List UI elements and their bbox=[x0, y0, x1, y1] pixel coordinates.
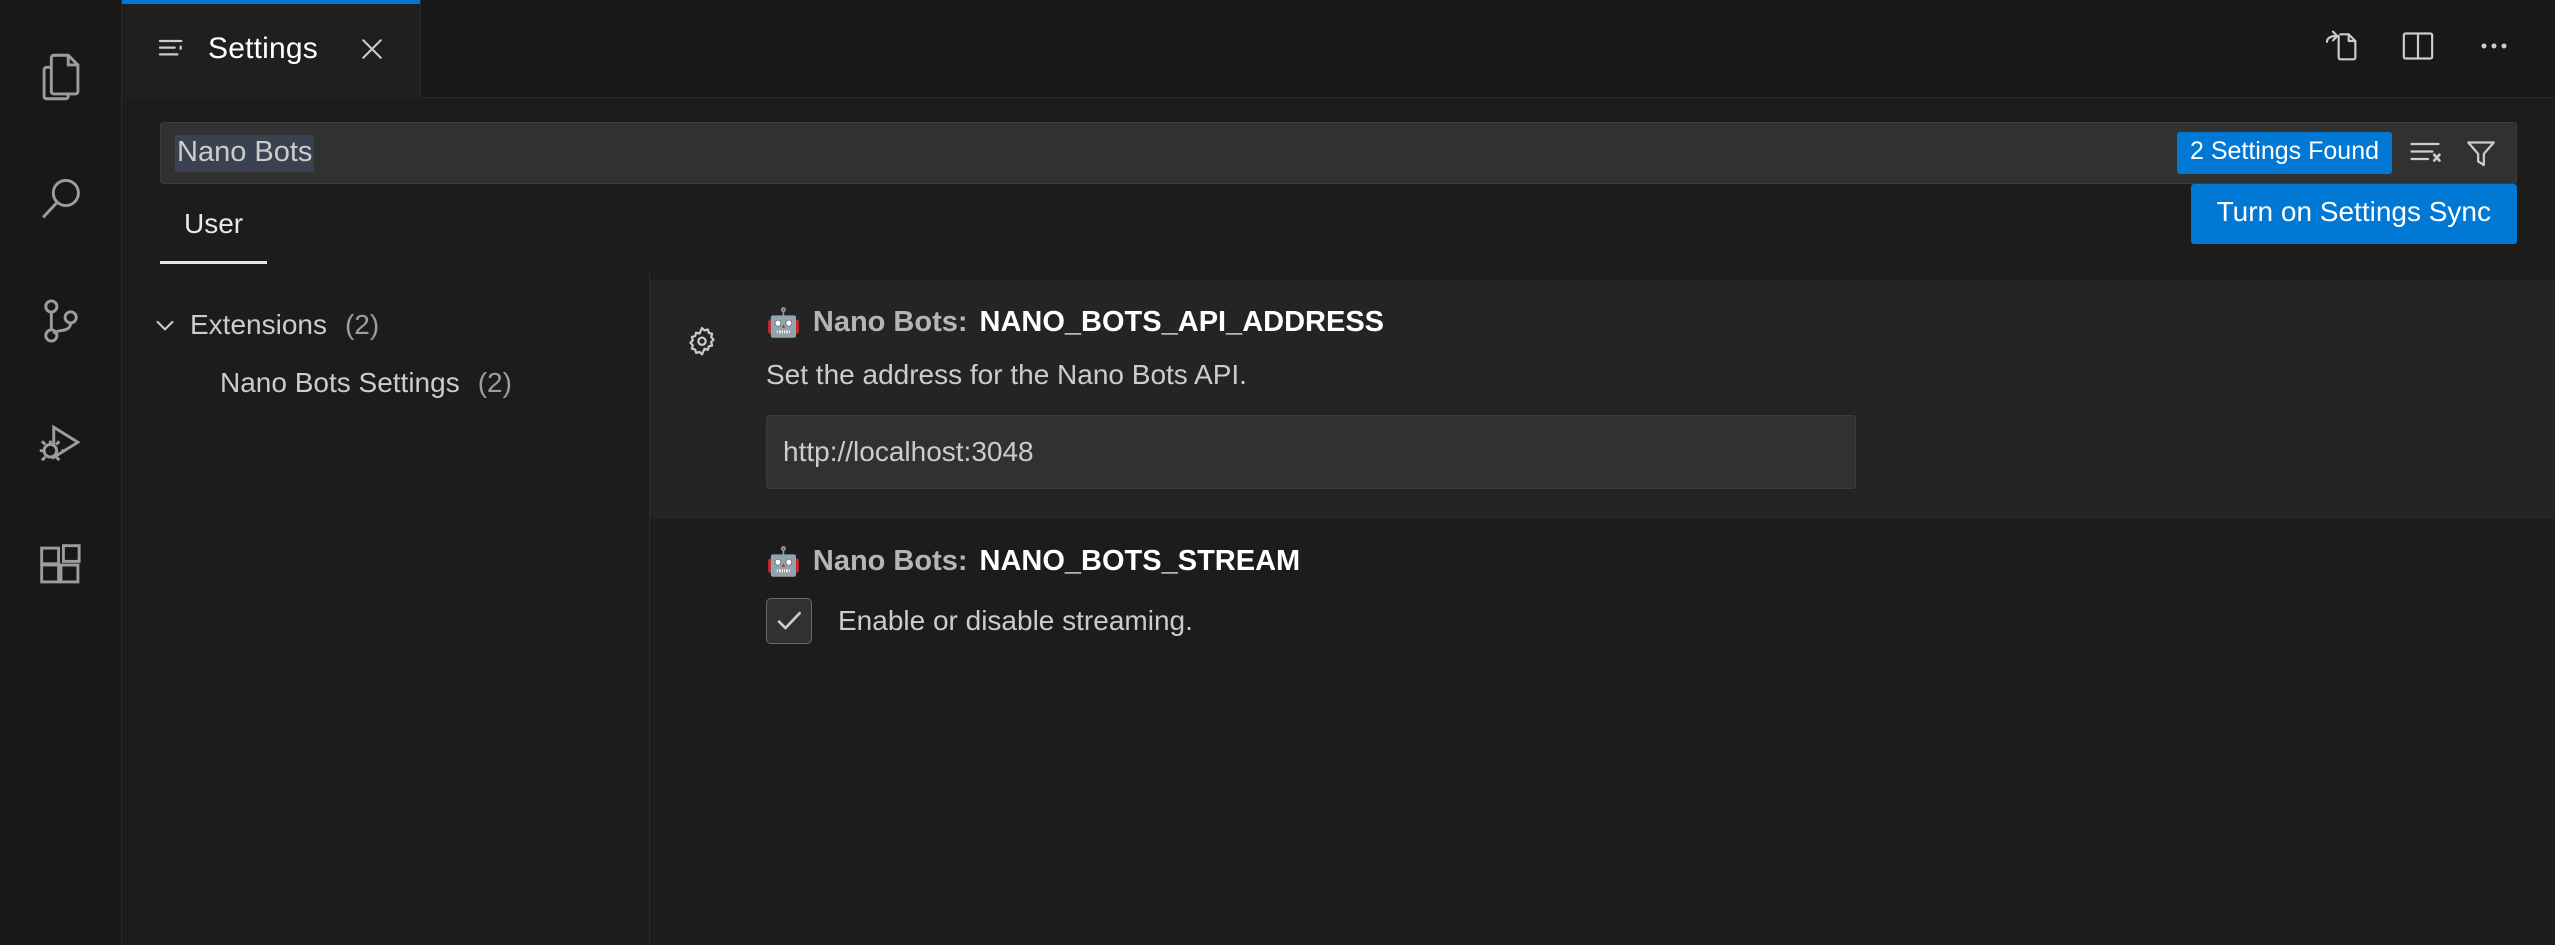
nano-bots-stream-checkbox[interactable] bbox=[766, 598, 812, 644]
settings-body: Extensions (2) Nano Bots Settings (2) 🤖 … bbox=[122, 270, 2555, 945]
settings-list: 🤖 Nano Bots: NANO_BOTS_API_ADDRESS Set t… bbox=[650, 270, 2555, 945]
toc-item-label: Nano Bots Settings bbox=[220, 367, 460, 398]
setting-key: NANO_BOTS_API_ADDRESS bbox=[979, 306, 1385, 338]
clear-settings-search-icon[interactable] bbox=[2402, 130, 2448, 176]
split-editor-icon bbox=[2398, 26, 2438, 71]
setting-title: 🤖 Nano Bots: NANO_BOTS_STREAM bbox=[766, 545, 2555, 578]
extensions-icon bbox=[32, 536, 90, 594]
nano-bots-api-address-input[interactable] bbox=[766, 415, 1856, 489]
setting-description: Enable or disable streaming. bbox=[838, 605, 1193, 636]
tab-user-label: User bbox=[184, 208, 244, 239]
search-icon bbox=[32, 170, 90, 228]
toc-item-extensions[interactable]: Extensions (2) bbox=[122, 296, 649, 354]
editor-tab-bar: Settings bbox=[122, 0, 2555, 98]
robot-icon: 🤖 bbox=[766, 545, 801, 577]
activity-bar-item-source-control[interactable] bbox=[0, 260, 122, 382]
activity-bar-item-search[interactable] bbox=[0, 138, 122, 260]
tab-user[interactable]: User bbox=[160, 202, 268, 264]
source-control-icon bbox=[32, 292, 90, 350]
gear-icon[interactable] bbox=[680, 320, 724, 364]
setting-category: Nano Bots: bbox=[812, 306, 968, 338]
setting-item-nano-bots-stream[interactable]: 🤖 Nano Bots: NANO_BOTS_STREAM Enable or … bbox=[650, 519, 2555, 674]
turn-on-settings-sync-button[interactable]: Turn on Settings Sync bbox=[2190, 184, 2517, 244]
editor-area: Settings Nano Bots 2 Settings Found User… bbox=[122, 0, 2555, 945]
activity-bar bbox=[0, 0, 122, 945]
activity-bar-item-run-debug[interactable] bbox=[0, 382, 122, 504]
more-actions-button[interactable] bbox=[2463, 18, 2525, 80]
activity-bar-item-extensions[interactable] bbox=[0, 504, 122, 626]
editor-actions bbox=[2311, 0, 2555, 97]
close-icon[interactable] bbox=[350, 27, 394, 71]
tab-settings[interactable]: Settings bbox=[122, 0, 421, 98]
open-settings-json-button[interactable] bbox=[2311, 18, 2373, 80]
split-editor-button[interactable] bbox=[2387, 18, 2449, 80]
open-file-icon bbox=[2322, 26, 2362, 71]
vscode-window: Settings Nano Bots 2 Settings Found User… bbox=[0, 0, 2555, 945]
setting-checkbox-row: Enable or disable streaming. bbox=[766, 598, 2555, 644]
setting-title: 🤖 Nano Bots: NANO_BOTS_API_ADDRESS bbox=[766, 306, 2555, 339]
tab-bar-spacer bbox=[421, 0, 2311, 97]
settings-table-of-contents: Extensions (2) Nano Bots Settings (2) bbox=[122, 270, 650, 945]
search-input[interactable]: Nano Bots 2 Settings Found bbox=[160, 122, 2517, 184]
search-input-value: Nano Bots bbox=[175, 134, 315, 172]
settings-search-row: Nano Bots 2 Settings Found bbox=[160, 122, 2517, 184]
toc-item-count: (2) bbox=[344, 309, 380, 340]
settings-list-icon bbox=[156, 33, 188, 65]
toc-item-label: Extensions bbox=[190, 309, 327, 340]
setting-category: Nano Bots: bbox=[812, 545, 968, 577]
chevron-down-icon bbox=[148, 308, 182, 342]
toc-item-nano-bots-settings[interactable]: Nano Bots Settings (2) bbox=[122, 354, 649, 412]
tab-label: Settings bbox=[208, 32, 318, 65]
toc-item-count: (2) bbox=[477, 367, 512, 398]
settings-header: Nano Bots 2 Settings Found User Turn on … bbox=[122, 98, 2555, 270]
setting-item-nano-bots-api-address[interactable]: 🤖 Nano Bots: NANO_BOTS_API_ADDRESS Set t… bbox=[650, 280, 2555, 519]
setting-description: Set the address for the Nano Bots API. bbox=[766, 359, 1247, 390]
search-right-controls: 2 Settings Found bbox=[2176, 130, 2504, 176]
run-and-debug-icon bbox=[32, 414, 90, 472]
ellipsis-icon bbox=[2474, 26, 2514, 71]
setting-key: NANO_BOTS_STREAM bbox=[979, 545, 1301, 577]
files-icon bbox=[32, 48, 90, 106]
filter-icon[interactable] bbox=[2458, 130, 2504, 176]
settings-scope-tabs: User Turn on Settings Sync bbox=[160, 184, 2517, 270]
robot-icon: 🤖 bbox=[766, 306, 801, 338]
settings-found-badge: 2 Settings Found bbox=[2176, 132, 2392, 174]
activity-bar-item-explorer[interactable] bbox=[0, 16, 122, 138]
